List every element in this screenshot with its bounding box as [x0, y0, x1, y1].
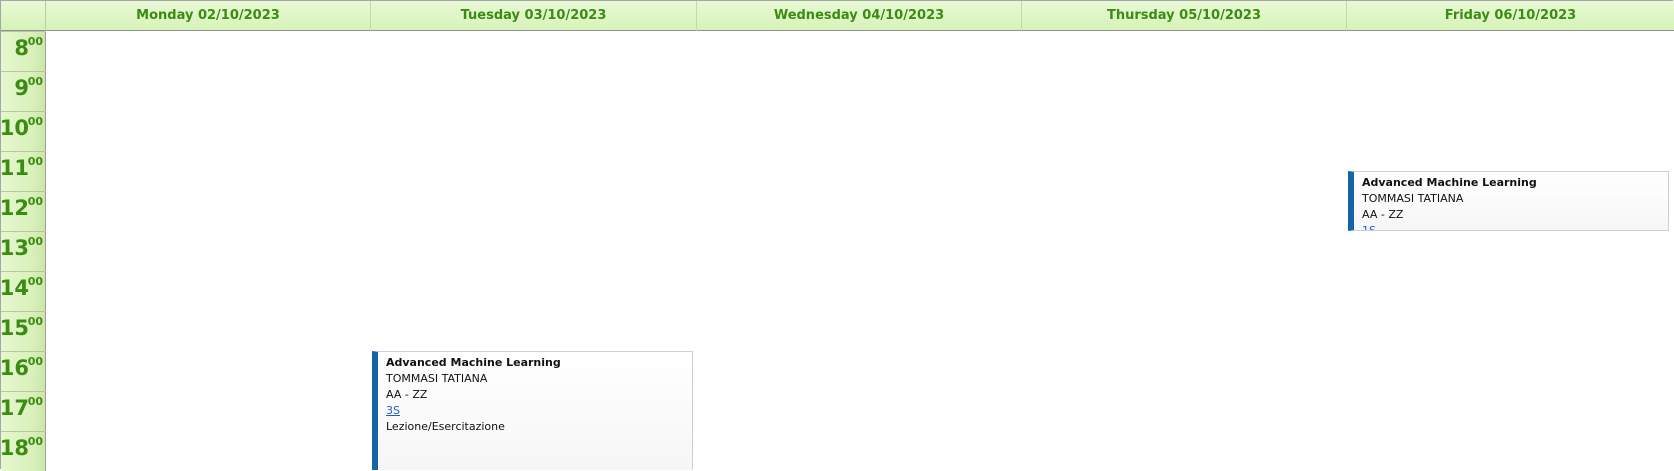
- hour-label-15: 15 00: [0, 311, 46, 351]
- hour-minutes: 00: [27, 35, 43, 48]
- hour-minutes: 00: [27, 115, 43, 128]
- event-type: Lezione/Esercitazione: [386, 420, 505, 433]
- calendar-grid: [46, 31, 1674, 470]
- hour-number: 17: [0, 396, 29, 420]
- hour-column: 8 00 9 00 10 00 11 00 12 00 13 00 14 00 15 00 16…: [0, 31, 46, 471]
- event-friday-advanced-machine-learning[interactable]: Advanced Machine Learning TOMMASI TATIAN…: [1348, 171, 1669, 231]
- hour-number: 15: [0, 316, 29, 340]
- day-header-friday: Friday 06/10/2023: [1444, 8, 1577, 23]
- day-header-monday: Monday 02/10/2023: [46, 1, 371, 31]
- event-title: Advanced Machine Learning: [386, 356, 561, 369]
- header-corner: [1, 1, 46, 31]
- day-header-tuesday: Tuesday 03/10/2023: [371, 1, 697, 31]
- hour-number: 12: [0, 196, 29, 220]
- hour-number: 16: [0, 356, 29, 380]
- hour-minutes: 00: [27, 395, 43, 408]
- hour-label-11: 11 00: [0, 151, 46, 191]
- hour-label-10: 10 00: [0, 111, 46, 151]
- event-title: Advanced Machine Learning: [1362, 176, 1537, 189]
- calendar-header: Monday 02/10/2023 Tuesday 03/10/2023 Wed…: [1, 1, 1674, 31]
- hour-minutes: 00: [27, 315, 43, 328]
- hour-minutes: 00: [27, 435, 43, 448]
- event-teacher: TOMMASI TATIANA: [386, 372, 488, 385]
- hour-minutes: 00: [27, 155, 43, 168]
- event-tuesday-advanced-machine-learning[interactable]: Advanced Machine Learning TOMMASI TATIAN…: [372, 351, 693, 470]
- hour-number: 18: [0, 436, 29, 460]
- hour-minutes: 00: [27, 355, 43, 368]
- hour-minutes: 00: [27, 275, 43, 288]
- hour-label-17: 17 00: [0, 391, 46, 431]
- day-header-thursday: Thursday 05/10/2023: [1022, 1, 1347, 31]
- event-group: AA - ZZ: [1362, 208, 1404, 221]
- hour-label-16: 16 00: [0, 351, 46, 391]
- event-room-link[interactable]: 1S: [1362, 223, 1668, 230]
- hour-label-12: 12 00: [0, 191, 46, 231]
- hour-number: 14: [0, 276, 29, 300]
- event-group: AA - ZZ: [386, 388, 428, 401]
- weekly-calendar: Monday 02/10/2023 Tuesday 03/10/2023 Wed…: [0, 0, 1674, 471]
- hour-number: 13: [0, 236, 29, 260]
- hour-label-9: 9 00: [1, 71, 46, 111]
- hour-label-8: 8 00: [1, 31, 46, 71]
- hour-number: 11: [0, 156, 29, 180]
- hour-label-18: 18 00: [0, 431, 46, 471]
- hour-number: 10: [0, 116, 29, 140]
- event-room-link[interactable]: 3S: [386, 403, 692, 419]
- hour-minutes: 00: [27, 195, 43, 208]
- hour-minutes: 00: [27, 75, 43, 88]
- hour-minutes: 00: [27, 235, 43, 248]
- day-header-wednesday: Wednesday 04/10/2023: [697, 1, 1022, 31]
- hour-label-13: 13 00: [0, 231, 46, 271]
- event-teacher: TOMMASI TATIANA: [1362, 192, 1464, 205]
- hour-label-14: 14 00: [0, 271, 46, 311]
